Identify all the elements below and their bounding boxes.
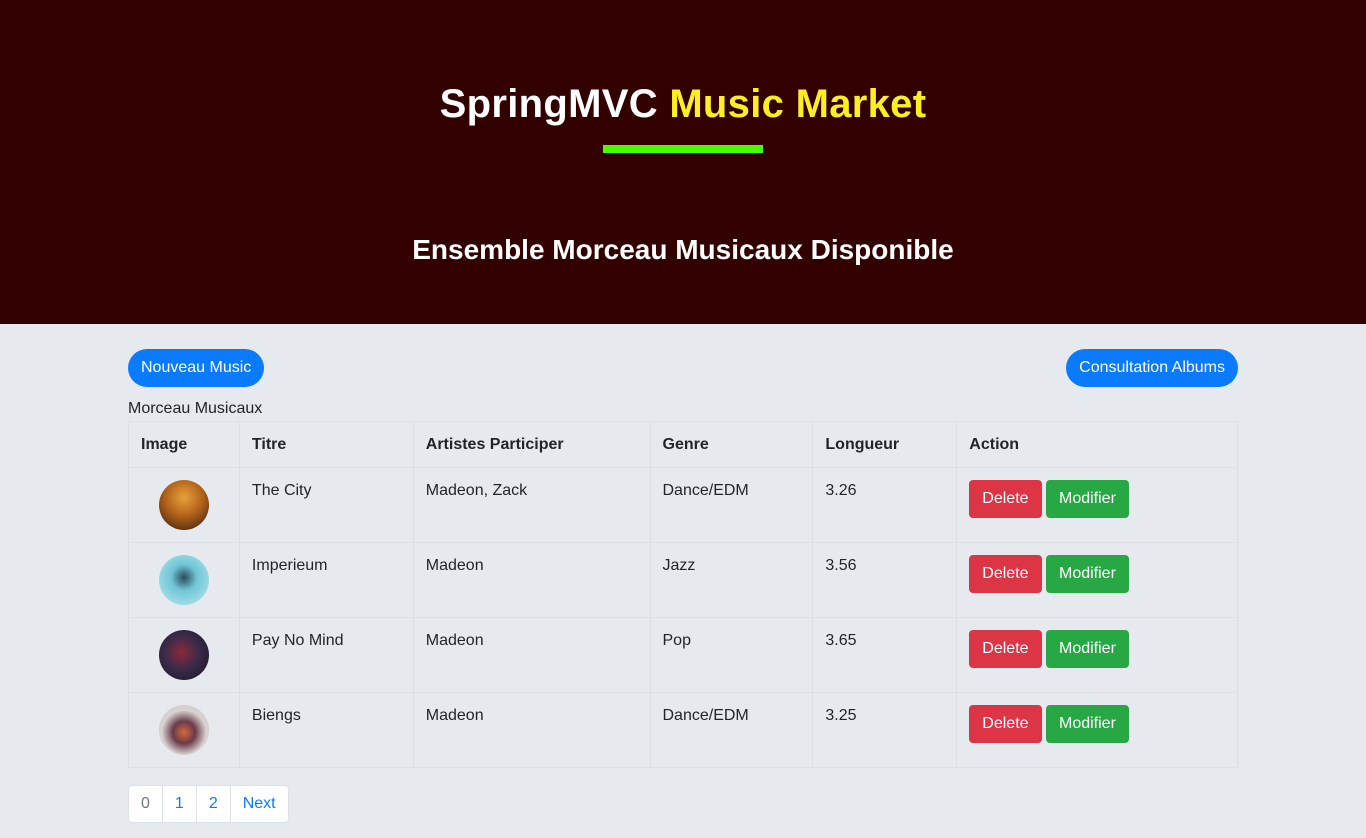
table-row: Biengs Madeon Dance/EDM 3.25 Delete Modi… [128, 692, 1238, 768]
cell-title: The City [238, 467, 414, 543]
cell-title: Imperieum [238, 542, 414, 618]
music-table: Image Titre Artistes Participer Genre Lo… [128, 421, 1238, 768]
cell-image [128, 467, 240, 543]
delete-button[interactable]: Delete [969, 480, 1042, 518]
cell-title: Pay No Mind [238, 617, 414, 693]
cell-genre: Dance/EDM [649, 467, 814, 543]
column-header-genre: Genre [649, 421, 814, 468]
column-header-image: Image [128, 421, 240, 468]
site-title: SpringMVC Music Market [0, 82, 1366, 127]
cell-artists: Madeon [412, 542, 651, 618]
modify-button[interactable]: Modifier [1046, 705, 1129, 743]
album-thumbnail [158, 705, 209, 755]
page-header: SpringMVC Music Market Ensemble Morceau … [0, 0, 1366, 324]
column-header-length: Longueur [812, 421, 958, 468]
site-title-name: Music Market [669, 82, 927, 126]
cell-image [128, 542, 240, 618]
cell-genre: Dance/EDM [649, 692, 814, 768]
column-header-artists: Artistes Participer [412, 421, 651, 468]
albums-button[interactable]: Consultation Albums [1066, 349, 1238, 387]
cell-title: Biengs [238, 692, 414, 768]
cell-action: Delete Modifier [956, 617, 1238, 693]
album-thumbnail [158, 480, 209, 530]
modify-button[interactable]: Modifier [1046, 555, 1129, 593]
cell-action: Delete Modifier [956, 467, 1238, 543]
cell-artists: Madeon, Zack [412, 467, 651, 543]
cell-image [128, 617, 240, 693]
cell-action: Delete Modifier [956, 692, 1238, 768]
album-thumbnail [158, 630, 209, 680]
cell-length: 3.65 [812, 617, 958, 693]
site-title-brand: SpringMVC [439, 82, 658, 126]
next-page-link[interactable]: Next [231, 786, 288, 822]
cell-action: Delete Modifier [956, 542, 1238, 618]
column-header-title: Titre [238, 421, 414, 468]
cell-length: 3.56 [812, 542, 958, 618]
table-row: The City Madeon, Zack Dance/EDM 3.26 Del… [128, 467, 1238, 543]
cell-image [128, 692, 240, 768]
page-subtitle: Ensemble Morceau Musicaux Disponible [412, 234, 954, 265]
table-caption: Morceau Musicaux [128, 400, 263, 417]
page-link[interactable]: 0 [129, 786, 163, 822]
cell-length: 3.25 [812, 692, 958, 768]
cell-genre: Pop [649, 617, 814, 693]
page-link[interactable]: 1 [163, 786, 197, 822]
table-header-row: Image Titre Artistes Participer Genre Lo… [128, 421, 1238, 468]
table-row: Imperieum Madeon Jazz 3.56 Delete Modifi… [128, 542, 1238, 618]
cell-genre: Jazz [649, 542, 814, 618]
page-link[interactable]: 2 [197, 786, 231, 822]
delete-button[interactable]: Delete [969, 705, 1042, 743]
delete-button[interactable]: Delete [969, 630, 1042, 668]
pagination: 0 1 2 Next [128, 785, 289, 823]
modify-button[interactable]: Modifier [1046, 480, 1129, 518]
cell-artists: Madeon [412, 692, 651, 768]
cell-artists: Madeon [412, 617, 651, 693]
column-header-action: Action [956, 421, 1238, 468]
table-row: Pay No Mind Madeon Pop 3.65 Delete Modif… [128, 617, 1238, 693]
modify-button[interactable]: Modifier [1046, 630, 1129, 668]
cell-length: 3.26 [812, 467, 958, 543]
album-thumbnail [158, 555, 209, 605]
delete-button[interactable]: Delete [969, 555, 1042, 593]
title-underline [603, 145, 763, 153]
new-music-button[interactable]: Nouveau Music [128, 349, 265, 387]
